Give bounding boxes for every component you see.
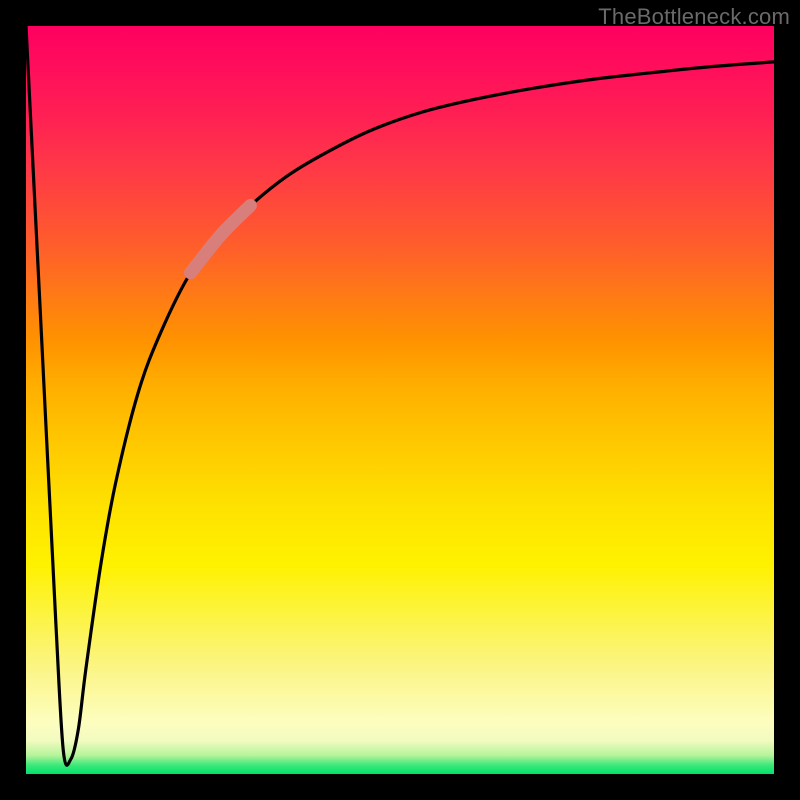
bottleneck-curve (26, 26, 774, 765)
curve-layer (26, 26, 774, 774)
plot-area (26, 26, 774, 774)
chart-frame: TheBottleneck.com (0, 0, 800, 800)
attribution-label: TheBottleneck.com (598, 4, 790, 30)
highlight-segment (191, 206, 251, 273)
